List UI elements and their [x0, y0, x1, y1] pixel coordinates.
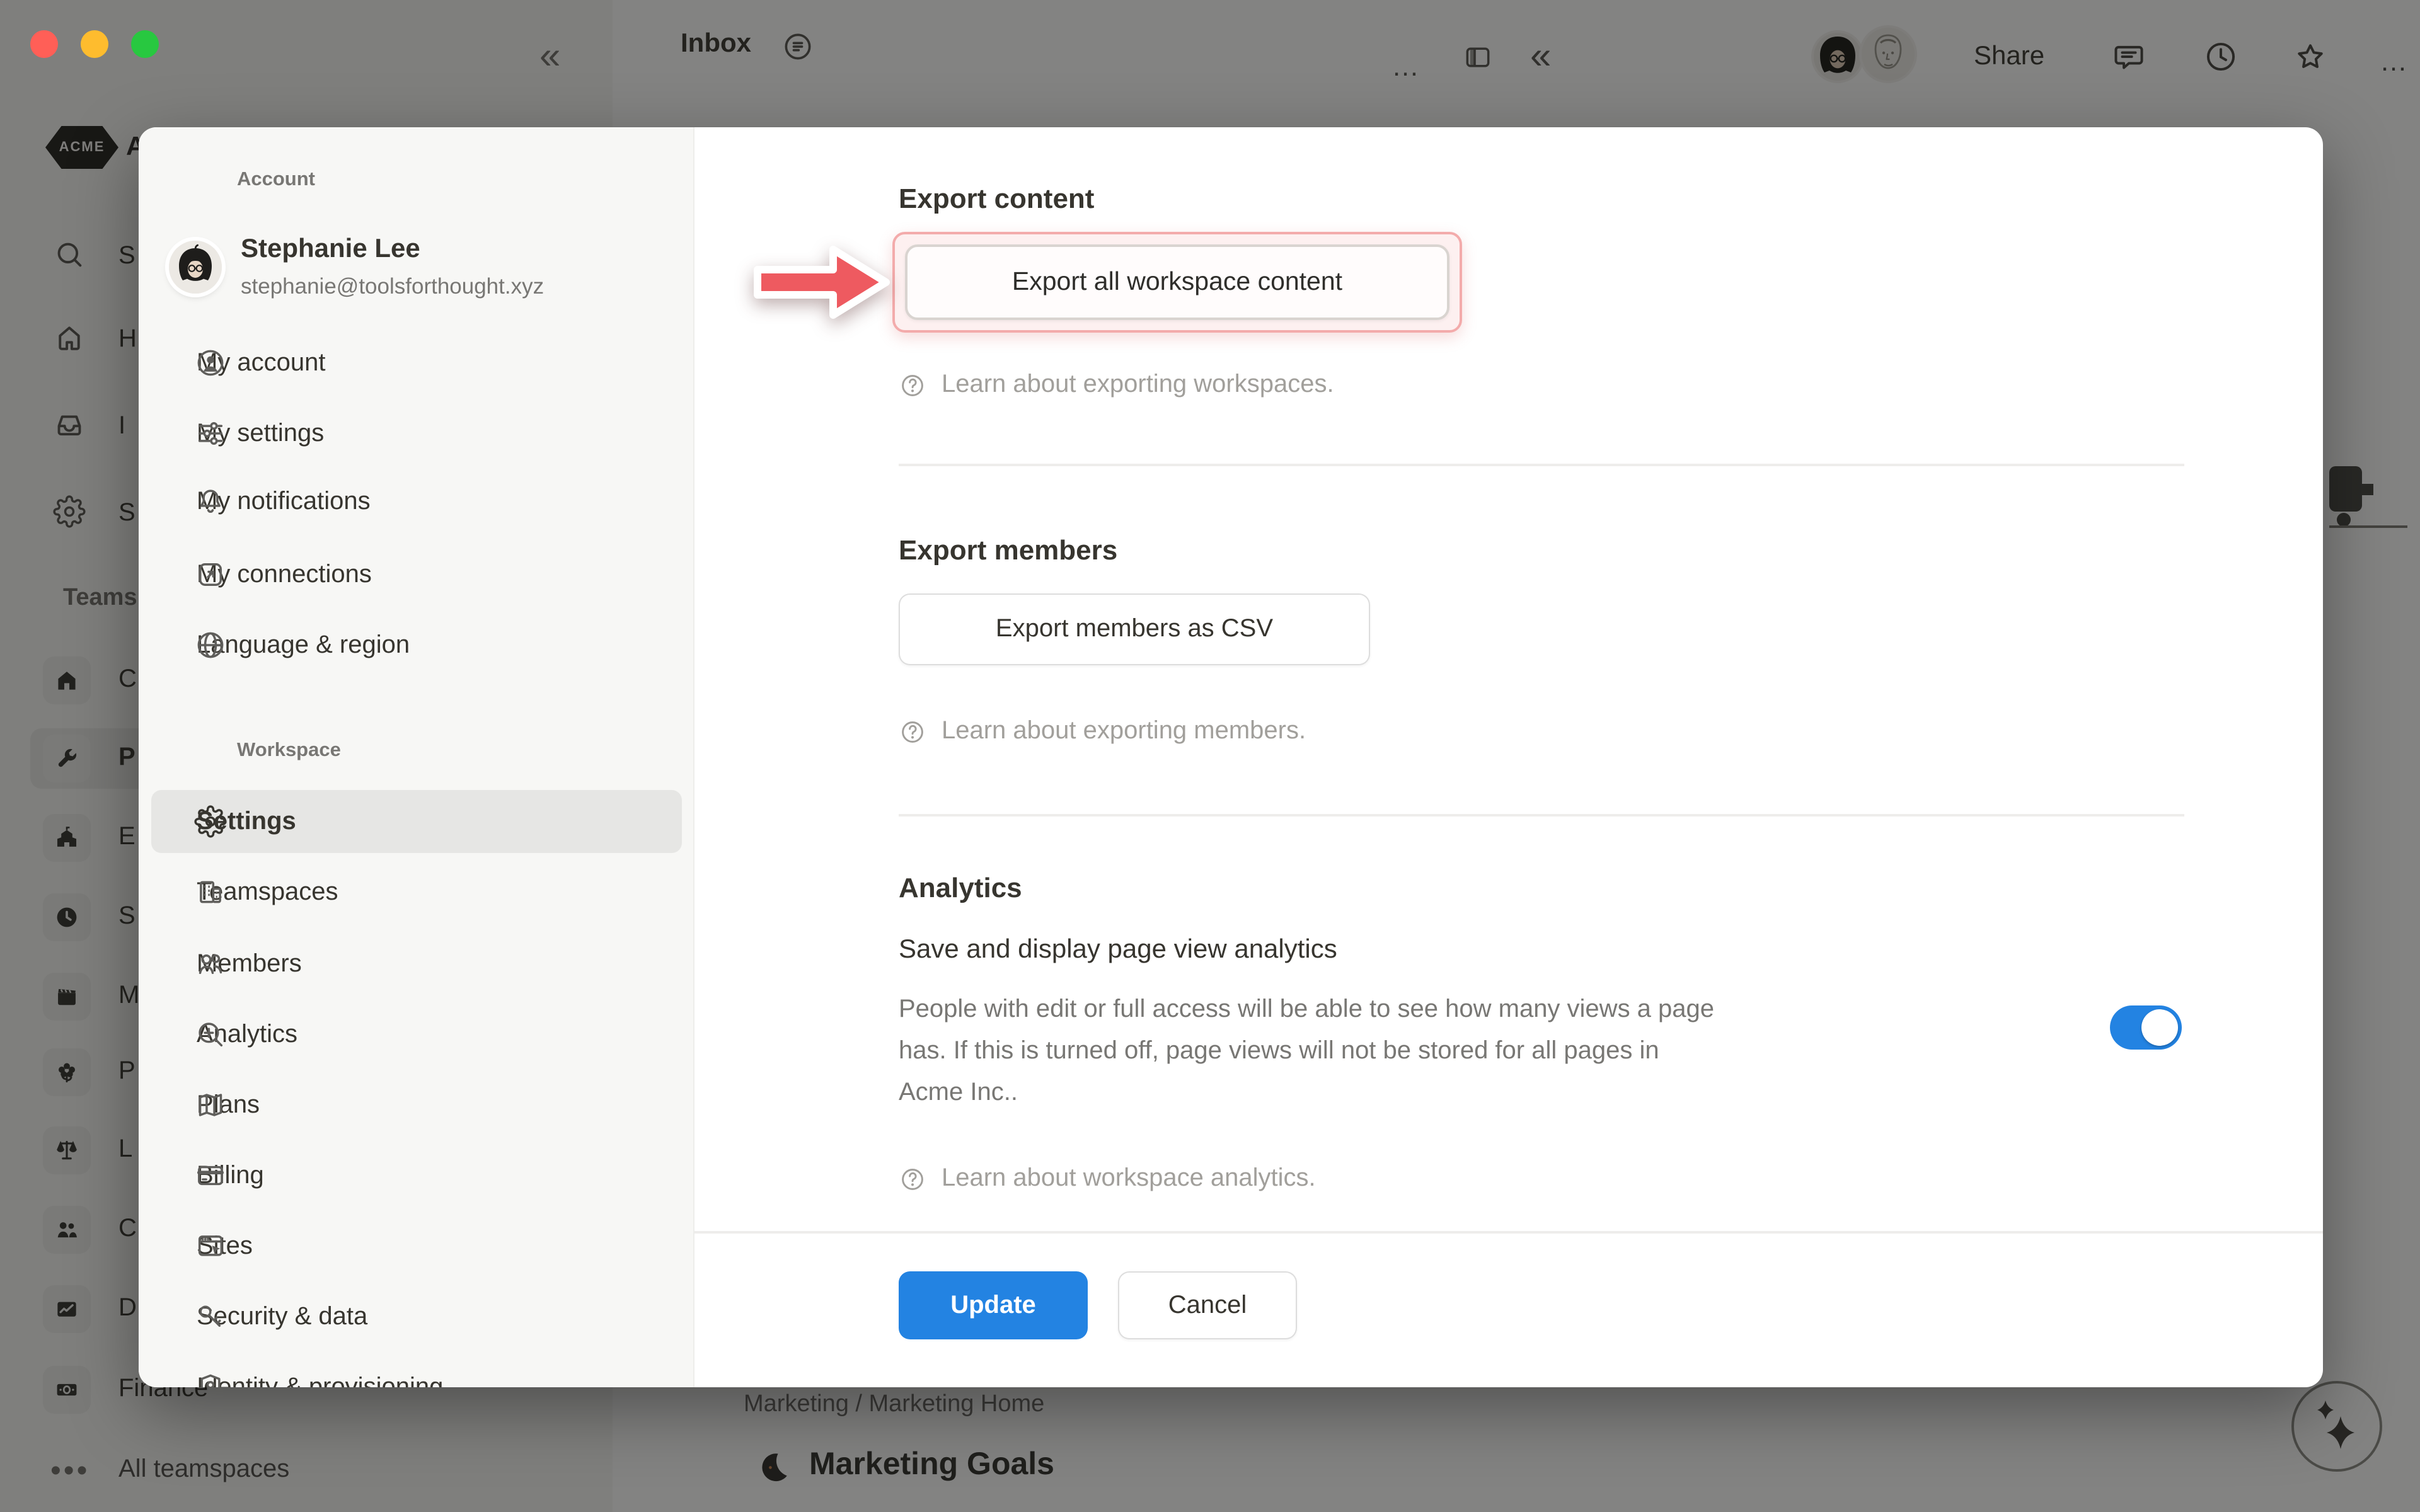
- browser-cursor-icon: [194, 1230, 227, 1263]
- workspace-section-label: Workspace: [237, 740, 341, 762]
- sidebar-item-billing[interactable]: Billing: [151, 1144, 682, 1207]
- export-members-csv-button[interactable]: Export members as CSV: [899, 593, 1370, 665]
- analytics-toggle[interactable]: [2110, 1005, 2182, 1050]
- bell-icon: [194, 485, 227, 518]
- analytics-heading: Analytics: [899, 872, 1022, 905]
- description-line: Acme Inc..: [899, 1072, 2033, 1114]
- question-circle-icon: [899, 1165, 926, 1193]
- globe-icon: [194, 629, 227, 662]
- export-members-heading: Export members: [899, 534, 1117, 567]
- sidebar-item-plans[interactable]: Plans: [151, 1074, 682, 1137]
- sidebar-item-identity-provisioning[interactable]: Identity & provisioning: [151, 1356, 682, 1387]
- sidebar-item-my-connections[interactable]: My connections: [151, 543, 682, 606]
- settings-modal-content: Export content Export all workspace cont…: [694, 127, 2323, 1387]
- footer-divider: [694, 1231, 2323, 1234]
- question-circle-icon: [899, 371, 926, 399]
- sidebar-item-my-account[interactable]: My account: [151, 331, 682, 394]
- page-view-analytics-title: Save and display page view analytics: [899, 935, 1337, 965]
- description-line: has. If this is turned off, page views w…: [899, 1031, 2033, 1072]
- user-avatar: [169, 241, 222, 294]
- sidebar-item-security-data[interactable]: Security & data: [151, 1285, 682, 1348]
- traffic-close-button[interactable]: [30, 30, 58, 58]
- account-section-label: Account: [237, 169, 315, 192]
- sidebar-item-sites[interactable]: Sites: [151, 1215, 682, 1278]
- gear-icon: [194, 805, 227, 838]
- settings-modal-sidebar: Account Stephanie Lee stephanie@toolsfor…: [139, 127, 694, 1387]
- map-icon: [194, 1089, 227, 1121]
- traffic-minimize-button[interactable]: [81, 30, 108, 58]
- section-divider: [899, 464, 2184, 466]
- building-icon: [194, 876, 227, 908]
- user-email: stephanie@toolsforthought.xyz: [241, 273, 544, 300]
- learn-link-label: Learn about exporting members.: [942, 717, 1306, 746]
- shield-person-icon: [194, 1371, 227, 1387]
- update-button[interactable]: Update: [899, 1271, 1088, 1339]
- sidebar-item-teamspaces[interactable]: Teamspaces: [151, 861, 682, 924]
- learn-exporting-workspaces-link[interactable]: Learn about exporting workspaces.: [899, 370, 1334, 399]
- settings-modal: Account Stephanie Lee stephanie@toolsfor…: [139, 127, 2323, 1387]
- learn-exporting-members-link[interactable]: Learn about exporting members.: [899, 717, 1306, 746]
- toggle-knob: [2141, 1009, 2178, 1046]
- export-all-workspace-content-button[interactable]: Export all workspace content: [905, 244, 1449, 320]
- screenshot-root: « Inbox … « Share … ACME A S H I S Teams: [0, 0, 2420, 1512]
- sidebar-item-settings[interactable]: Settings: [151, 790, 682, 853]
- key-icon: [194, 1300, 227, 1333]
- person-circle-icon: [194, 346, 227, 379]
- sidebar-item-language-region[interactable]: Language & region: [151, 614, 682, 677]
- arrow-up-right-box-icon: [194, 558, 227, 591]
- question-circle-icon: [899, 718, 926, 745]
- page-view-analytics-description: People with edit or full access will be …: [899, 989, 2033, 1114]
- credit-card-icon: [194, 1159, 227, 1192]
- sidebar-item-label: Language & region: [197, 631, 410, 660]
- section-divider: [899, 814, 2184, 816]
- cancel-button[interactable]: Cancel: [1118, 1271, 1297, 1339]
- learn-link-label: Learn about workspace analytics.: [942, 1164, 1316, 1193]
- people-icon: [194, 948, 227, 980]
- sliders-icon: [194, 417, 227, 450]
- sidebar-item-label: Identity & provisioning: [197, 1373, 443, 1387]
- sidebar-item-members[interactable]: Members: [151, 932, 682, 995]
- export-content-heading: Export content: [899, 183, 1094, 215]
- description-line: People with edit or full access will be …: [899, 989, 2033, 1031]
- learn-workspace-analytics-link[interactable]: Learn about workspace analytics.: [899, 1164, 1316, 1193]
- traffic-zoom-button[interactable]: [131, 30, 159, 58]
- sidebar-item-my-notifications[interactable]: My notifications: [151, 470, 682, 533]
- annotation-arrow-icon: [752, 234, 894, 330]
- magnifier-sparkle-icon: [194, 1018, 227, 1051]
- user-name: Stephanie Lee: [241, 234, 420, 265]
- sidebar-item-analytics[interactable]: Analytics: [151, 1003, 682, 1066]
- sidebar-item-my-settings[interactable]: My settings: [151, 402, 682, 465]
- learn-link-label: Learn about exporting workspaces.: [942, 370, 1334, 399]
